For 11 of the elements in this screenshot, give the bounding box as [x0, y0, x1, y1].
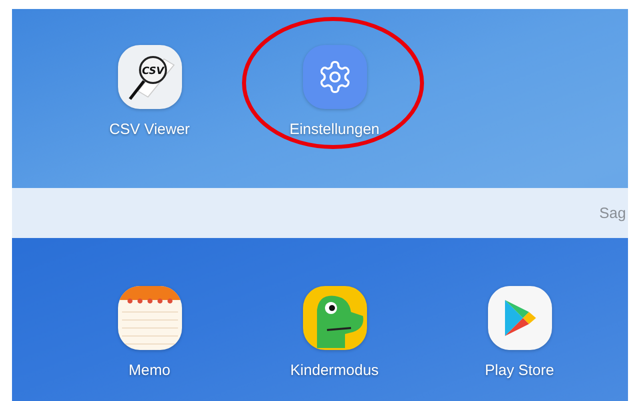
magnifier-document-icon[interactable]: CSV: [118, 45, 182, 109]
app-label: Play Store: [484, 362, 554, 379]
gear-icon[interactable]: [302, 45, 366, 109]
app-label: Einstellungen: [289, 121, 380, 138]
dinosaur-icon[interactable]: [302, 286, 366, 350]
notepad-icon[interactable]: [118, 286, 182, 350]
search-hint: Sag: [599, 204, 627, 222]
app-label: Kindermodus: [290, 362, 379, 379]
app-label: CSV Viewer: [109, 121, 190, 138]
play-triangle-icon[interactable]: [488, 286, 552, 350]
app-label: Memo: [128, 362, 170, 379]
